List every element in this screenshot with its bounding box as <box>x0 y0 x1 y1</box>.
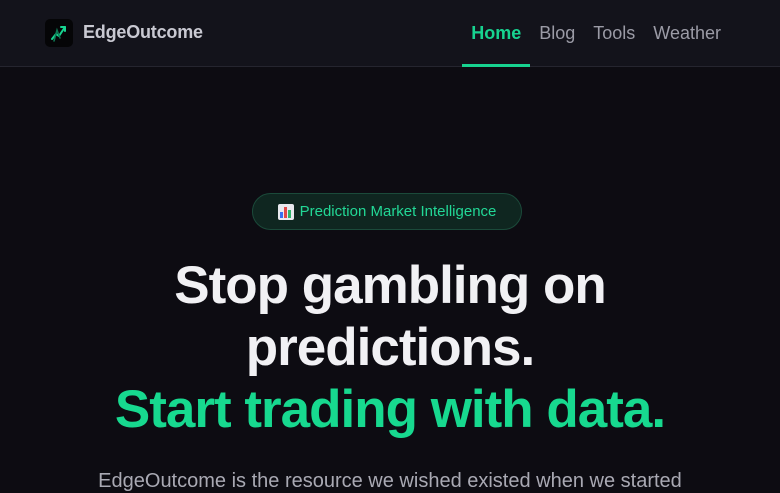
main-nav: Home Blog Tools Weather <box>462 0 730 67</box>
nav-item-home[interactable]: Home <box>462 0 531 67</box>
nav-item-tools[interactable]: Tools <box>584 0 644 67</box>
trend-chart-icon <box>45 18 73 47</box>
brand-link[interactable]: EdgeOutcome <box>45 18 203 47</box>
headline-line-2: predictions. <box>245 318 535 377</box>
site-header: EdgeOutcome Home Blog Tools Weather <box>0 0 780 67</box>
nav-item-weather[interactable]: Weather <box>644 0 730 67</box>
nav-item-blog[interactable]: Blog <box>530 0 584 67</box>
brand-name: EdgeOutcome <box>83 22 203 42</box>
hero-badge: Prediction Market Intelligence <box>252 193 522 230</box>
headline-line-1: Stop gambling on <box>174 256 607 315</box>
hero-intro-text: EdgeOutcome is the resource we wished ex… <box>98 470 682 492</box>
headline-line-3-accent: Start trading with data. <box>114 380 666 439</box>
bar-chart-icon <box>277 203 294 220</box>
hero-badge-text: Prediction Market Intelligence <box>299 203 497 220</box>
